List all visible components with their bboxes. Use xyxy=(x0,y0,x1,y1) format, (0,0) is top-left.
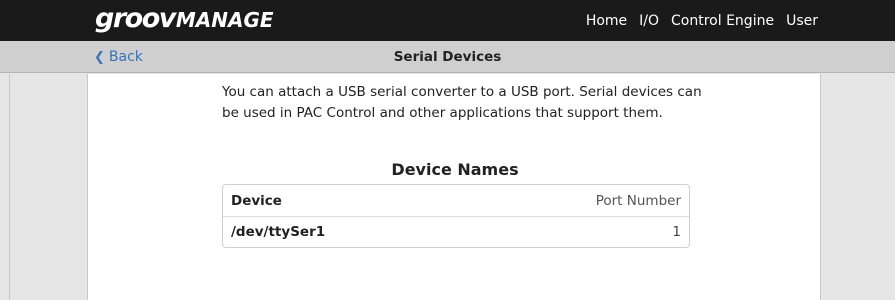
groov-manage-logo[interactable]: groovMANAGE xyxy=(95,4,274,34)
nav-io[interactable]: I/O xyxy=(639,13,659,29)
logo-manage: MANAGE xyxy=(175,8,274,32)
description-text: You can attach a USB serial converter to… xyxy=(222,84,702,121)
back-button[interactable]: ❮ Back xyxy=(94,41,143,73)
logo-groov: groov xyxy=(95,3,176,34)
table-header-row: Device Port Number xyxy=(223,185,689,216)
port-number-cell: 1 xyxy=(672,224,681,240)
main-nav: Home I/O Control Engine User xyxy=(586,0,818,41)
chevron-left-icon: ❮ xyxy=(94,49,105,65)
device-names-table: Device Port Number /dev/ttySer1 1 xyxy=(222,184,690,248)
column-header-port-number: Port Number xyxy=(595,192,681,209)
content-panel: You can attach a USB serial converter to… xyxy=(87,74,821,300)
nav-control-engine[interactable]: Control Engine xyxy=(671,13,774,29)
left-divider xyxy=(9,74,10,300)
column-header-device: Device xyxy=(231,192,282,209)
back-label: Back xyxy=(108,49,143,65)
nav-home[interactable]: Home xyxy=(586,13,627,29)
device-name-cell: /dev/ttySer1 xyxy=(231,224,326,240)
table-row[interactable]: /dev/ttySer1 1 xyxy=(223,216,689,247)
top-navbar: groovMANAGE Home I/O Control Engine User xyxy=(0,0,895,41)
sub-header: Serial Devices ❮ Back xyxy=(0,41,895,73)
nav-user[interactable]: User xyxy=(786,13,818,29)
section-title: Device Names xyxy=(391,160,519,179)
